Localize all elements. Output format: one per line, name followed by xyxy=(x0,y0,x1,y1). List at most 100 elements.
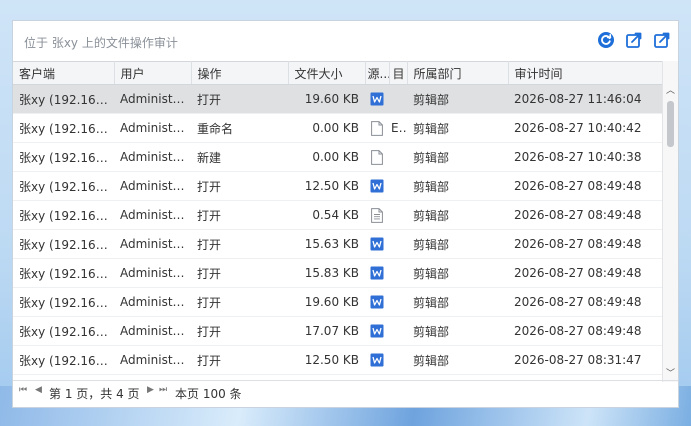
table-row[interactable]: 张xy (192.168.3...Administra...重命名0.00 KB… xyxy=(13,113,664,143)
cell-operation: 打开 xyxy=(191,345,288,375)
file-type-icon xyxy=(370,179,384,193)
panel-header: 位于 张xy 上的文件操作审计 xyxy=(13,21,678,61)
cell-department: 剪辑部 xyxy=(407,142,508,172)
cell-operation: 打开 xyxy=(191,258,288,288)
cell-user: Administra... xyxy=(114,316,191,346)
next-page-icon[interactable]: ▶ xyxy=(147,385,154,395)
cell-source-file-icon xyxy=(365,229,389,259)
cell-source-file-icon xyxy=(365,113,389,143)
col-header-user[interactable]: 用户 xyxy=(114,61,192,85)
cell-user: Administra... xyxy=(114,287,191,317)
cell-department: 剪辑部 xyxy=(407,84,508,114)
cell-client: 张xy (192.168.3... xyxy=(13,287,114,317)
file-type-icon xyxy=(370,237,384,251)
file-type-icon xyxy=(371,120,383,136)
col-header-file-size[interactable]: 文件大小 xyxy=(288,61,366,85)
cell-client: 张xy (192.168.3... xyxy=(13,345,114,375)
col-header-source[interactable]: 源... xyxy=(365,61,390,85)
cell-source-file-icon xyxy=(365,142,389,172)
cell-target xyxy=(389,84,407,114)
cell-source-file-icon xyxy=(365,316,389,346)
table-row[interactable]: 张xy (192.168.3...Administra...打开17.07 KB… xyxy=(13,316,664,346)
first-page-icon[interactable]: ⏮ xyxy=(19,385,27,395)
export-icon[interactable] xyxy=(625,31,643,49)
file-type-icon xyxy=(371,207,383,223)
cell-operation: 重命名 xyxy=(191,113,288,143)
cell-target xyxy=(389,287,407,317)
cell-target xyxy=(389,142,407,172)
table-row[interactable]: 张xy (192.168.3...Administra...打开15.83 KB… xyxy=(13,258,664,288)
cell-audit-time: 2026-08-27 08:49:48 xyxy=(508,316,664,346)
per-page-info: 本页 100 条 xyxy=(175,387,242,401)
scroll-thumb[interactable] xyxy=(667,101,674,147)
cell-file-size: 19.60 KB xyxy=(288,84,365,114)
file-type-icon xyxy=(370,266,384,280)
file-type-icon xyxy=(370,324,384,338)
cell-user: Administra... xyxy=(114,171,191,201)
cell-client: 张xy (192.168.3... xyxy=(13,113,114,143)
vertical-scrollbar[interactable]: ︿ ﹀ xyxy=(662,61,678,382)
cell-user: Administra... xyxy=(114,258,191,288)
table-row[interactable]: 张xy (192.168.3...Administra...打开15.63 KB… xyxy=(13,229,664,259)
file-audit-panel: 位于 张xy 上的文件操作审计 客户端 用户 操作 文件大小 源... 目 所属… xyxy=(12,20,679,408)
table-header-row: 客户端 用户 操作 文件大小 源... 目 所属部门 审计时间 xyxy=(13,61,665,85)
prev-page-icon[interactable]: ◀ xyxy=(35,385,42,395)
cell-department: 剪辑部 xyxy=(407,316,508,346)
col-header-operation[interactable]: 操作 xyxy=(191,61,289,85)
page-info: 第 1 页，共 4 页 xyxy=(49,387,140,401)
cell-department: 剪辑部 xyxy=(407,287,508,317)
cell-user: Administra... xyxy=(114,113,191,143)
cell-client: 张xy (192.168.3... xyxy=(13,258,114,288)
cell-target xyxy=(389,200,407,230)
file-type-icon xyxy=(370,92,384,106)
cell-user: Administra... xyxy=(114,200,191,230)
col-header-audit-time[interactable]: 审计时间 xyxy=(508,61,665,85)
cell-operation: 打开 xyxy=(191,229,288,259)
cell-operation: 打开 xyxy=(191,316,288,346)
pagination-bar: ⏮ ◀ 第 1 页，共 4 页 ▶ ⏭ 本页 100 条 xyxy=(13,380,678,407)
cell-department: 剪辑部 xyxy=(407,345,508,375)
table-row[interactable]: 张xy (192.168.3...Administra...打开19.60 KB… xyxy=(13,287,664,317)
cell-department: 剪辑部 xyxy=(407,200,508,230)
col-header-department[interactable]: 所属部门 xyxy=(407,61,509,85)
cell-audit-time: 2026-08-27 08:49:48 xyxy=(508,229,664,259)
cell-user: Administra... xyxy=(114,84,191,114)
cell-target xyxy=(389,171,407,201)
cell-audit-time: 2026-08-27 08:49:48 xyxy=(508,258,664,288)
table-row[interactable]: 张xy (192.168.3...Administra...打开12.50 KB… xyxy=(13,171,664,201)
col-header-target[interactable]: 目 xyxy=(389,61,408,85)
cell-client: 张xy (192.168.3... xyxy=(13,142,114,172)
cell-target: E.. xyxy=(389,113,407,143)
cell-client: 张xy (192.168.3... xyxy=(13,171,114,201)
cell-audit-time: 2026-08-27 08:49:48 xyxy=(508,171,664,201)
file-type-icon xyxy=(370,295,384,309)
cell-file-size: 0.54 KB xyxy=(288,200,365,230)
cell-source-file-icon xyxy=(365,84,389,114)
file-type-icon xyxy=(371,149,383,165)
cell-audit-time: 2026-08-27 08:49:48 xyxy=(508,287,664,317)
cell-client: 张xy (192.168.3... xyxy=(13,200,114,230)
cell-file-size: 15.63 KB xyxy=(288,229,365,259)
audit-table: 客户端 用户 操作 文件大小 源... 目 所属部门 审计时间 张xy (192… xyxy=(13,61,665,382)
cell-file-size: 12.50 KB xyxy=(288,345,365,375)
scroll-up-icon[interactable]: ︿ xyxy=(663,83,678,99)
cell-department: 剪辑部 xyxy=(407,258,508,288)
cell-source-file-icon xyxy=(365,345,389,375)
cell-file-size: 12.50 KB xyxy=(288,171,365,201)
col-header-client[interactable]: 客户端 xyxy=(13,61,115,85)
cell-file-size: 0.00 KB xyxy=(288,113,365,143)
cell-audit-time: 2026-08-27 10:40:42 xyxy=(508,113,664,143)
cell-file-size: 0.00 KB xyxy=(288,142,365,172)
cell-department: 剪辑部 xyxy=(407,113,508,143)
table-row[interactable]: 张xy (192.168.3...Administra...打开0.54 KB 剪… xyxy=(13,200,664,230)
cell-audit-time: 2026-08-27 11:46:04 xyxy=(508,84,664,114)
table-row[interactable]: 张xy (192.168.3...Administra...打开19.60 KB… xyxy=(13,84,664,114)
table-row[interactable]: 张xy (192.168.3...Administra...新建0.00 KB 剪… xyxy=(13,142,664,172)
cell-operation: 打开 xyxy=(191,200,288,230)
refresh-icon[interactable] xyxy=(597,31,615,49)
table-row[interactable]: 张xy (192.168.3...Administra...打开12.50 KB… xyxy=(13,345,664,375)
cell-source-file-icon xyxy=(365,171,389,201)
last-page-icon[interactable]: ⏭ xyxy=(159,385,167,395)
cell-operation: 打开 xyxy=(191,171,288,201)
share-icon[interactable] xyxy=(653,31,671,49)
